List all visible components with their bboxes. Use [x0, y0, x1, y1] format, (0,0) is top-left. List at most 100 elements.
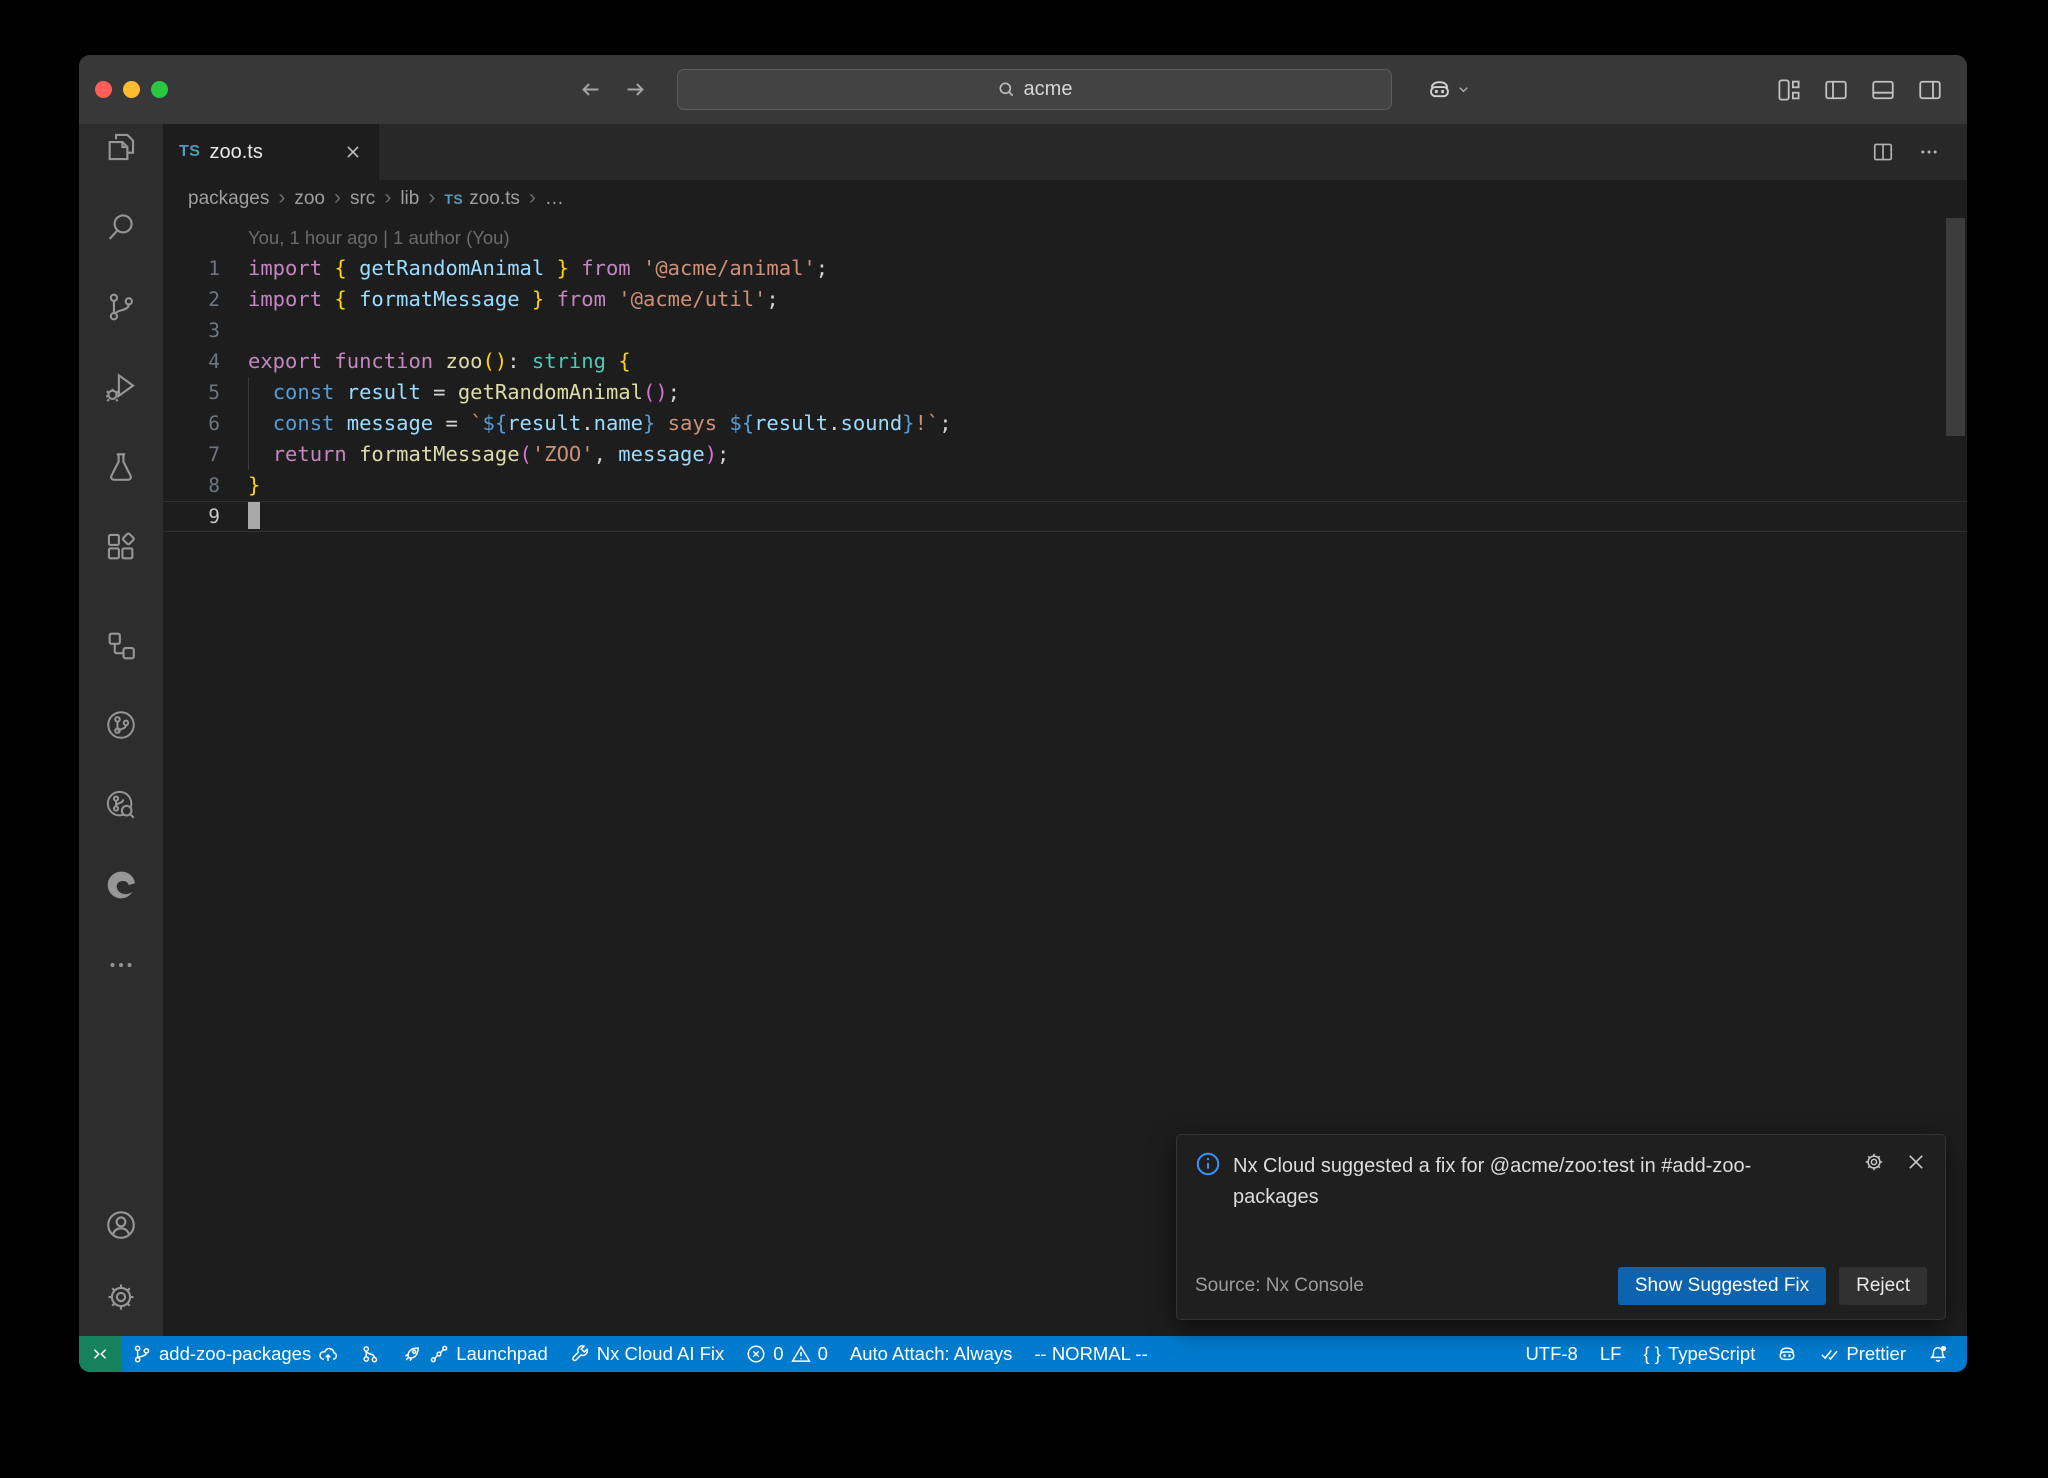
- line-number: 6: [163, 408, 220, 439]
- project-hierarchy-icon[interactable]: [104, 628, 138, 662]
- statusbar-item-problems[interactable]: 00: [735, 1336, 839, 1372]
- git-blame-annotation: You, 1 hour ago | 1 author (You): [163, 222, 1967, 253]
- line-number: 1: [163, 253, 220, 284]
- statusbar-label: LF: [1600, 1343, 1622, 1365]
- statusbar-item-language[interactable]: { }TypeScript: [1632, 1336, 1766, 1372]
- show-suggested-fix-button[interactable]: Show Suggested Fix: [1618, 1267, 1826, 1305]
- statusbar-item-auto-attach[interactable]: Auto Attach: Always: [839, 1336, 1023, 1372]
- breadcrumb-item-lib[interactable]: lib: [400, 188, 419, 210]
- code-line-9[interactable]: 9: [163, 501, 1967, 532]
- breadcrumb-item-packages[interactable]: packages: [188, 188, 269, 210]
- breadcrumb-item-src[interactable]: src: [350, 188, 375, 210]
- code-line-8[interactable]: 8}: [163, 470, 1967, 501]
- code-line-4[interactable]: 4export function zoo(): string {: [163, 346, 1967, 377]
- tab-bar: TS zoo.ts: [163, 124, 1967, 180]
- code-line-1[interactable]: 1import { getRandomAnimal } from '@acme/…: [163, 253, 1967, 284]
- extensions-icon[interactable]: [104, 530, 138, 564]
- line-number: 9: [163, 501, 220, 532]
- chevron-down-icon: [1456, 82, 1471, 97]
- statusbar-label: Prettier: [1846, 1343, 1906, 1365]
- activity-bar: [79, 124, 163, 1336]
- commit-search-icon[interactable]: [104, 788, 138, 822]
- toggle-secondary-sidebar-icon[interactable]: [1918, 78, 1942, 102]
- customize-layout-icon[interactable]: [1777, 78, 1801, 102]
- statusbar-item-notifications[interactable]: [1917, 1336, 1959, 1372]
- source-control-branch-icon: [132, 1344, 152, 1364]
- reject-button[interactable]: Reject: [1839, 1267, 1927, 1305]
- run-and-debug-icon[interactable]: [104, 370, 138, 404]
- settings-gear-icon[interactable]: [104, 1280, 138, 1314]
- search-view-icon[interactable]: [104, 210, 138, 244]
- copilot-menu-button[interactable]: [1427, 55, 1471, 124]
- statusbar-label: Auto Attach: Always: [850, 1343, 1012, 1365]
- check-double-icon: [1819, 1344, 1839, 1364]
- line-number: 8: [163, 470, 220, 501]
- zoom-window-button[interactable]: [151, 81, 168, 98]
- statusbar-item-remote[interactable]: [79, 1336, 121, 1372]
- breadcrumb-item-[interactable]: …: [545, 188, 564, 210]
- editor-cursor: [248, 502, 260, 529]
- account-icon[interactable]: [104, 1208, 138, 1242]
- statusbar-item-eol[interactable]: LF: [1589, 1336, 1633, 1372]
- close-notification-icon[interactable]: [1905, 1151, 1927, 1213]
- breadcrumb-item-zoo[interactable]: zoo: [294, 188, 325, 210]
- line-number: 5: [163, 377, 220, 408]
- navigate-back-icon[interactable]: [579, 78, 602, 101]
- statusbar-item-encoding[interactable]: UTF-8: [1514, 1336, 1588, 1372]
- split-editor-icon[interactable]: [1872, 141, 1894, 163]
- code-line-2[interactable]: 2import { formatMessage } from '@acme/ut…: [163, 284, 1967, 315]
- statusbar-item-launchpad[interactable]: Launchpad: [391, 1336, 559, 1372]
- ts-file-icon: TS: [444, 191, 463, 207]
- code-line-3[interactable]: 3: [163, 315, 1967, 346]
- rocket-icon: [402, 1344, 422, 1364]
- status-bar: add-zoo-packages Launchpad Nx Cloud AI Fix…: [79, 1336, 1967, 1372]
- code-line-5[interactable]: 5 const result = getRandomAnimal();: [163, 377, 1967, 408]
- indent-guide: [248, 439, 249, 470]
- search-value: acme: [1024, 78, 1073, 101]
- notification-toast: Nx Cloud suggested a fix for @acme/zoo:t…: [1176, 1134, 1946, 1320]
- copilot-icon: [1777, 1344, 1797, 1364]
- edge-devtools-icon[interactable]: [104, 868, 138, 902]
- breadcrumb: packages›zoo›src›lib›TSzoo.ts›…: [163, 180, 1967, 218]
- statusbar-item-prettier[interactable]: Prettier: [1808, 1336, 1917, 1372]
- code-line-7[interactable]: 7 return formatMessage('ZOO', message);: [163, 439, 1967, 470]
- explorer-icon[interactable]: [104, 130, 138, 164]
- ts-file-icon: TS: [179, 143, 200, 161]
- statusbar-item-source-control-graph[interactable]: [349, 1336, 391, 1372]
- cloud-upload-icon: [318, 1344, 338, 1364]
- toggle-panel-icon[interactable]: [1871, 78, 1895, 102]
- tab-zoo-ts[interactable]: TS zoo.ts: [163, 124, 379, 180]
- statusbar-label: -- NORMAL --: [1034, 1343, 1147, 1365]
- notification-settings-gear-icon[interactable]: [1863, 1151, 1885, 1213]
- bell-dot-icon: [1928, 1344, 1948, 1364]
- source-control-icon[interactable]: [104, 290, 138, 324]
- info-icon: [1195, 1151, 1221, 1213]
- editor-more-actions-icon[interactable]: [1918, 141, 1940, 163]
- statusbar-label: Launchpad: [456, 1343, 548, 1365]
- wrench-icon: [570, 1344, 590, 1364]
- testing-icon[interactable]: [104, 450, 138, 484]
- statusbar-item-vim-mode[interactable]: -- NORMAL --: [1023, 1336, 1158, 1372]
- remote-icon: [90, 1344, 110, 1364]
- command-center-search[interactable]: acme: [677, 69, 1392, 110]
- indent-guide: [248, 377, 249, 408]
- close-tab-icon[interactable]: [344, 143, 362, 161]
- indent-guide: [248, 408, 249, 439]
- statusbar-item-branch[interactable]: add-zoo-packages: [121, 1336, 349, 1372]
- statusbar-item-copilot[interactable]: [1766, 1336, 1808, 1372]
- toggle-primary-sidebar-icon[interactable]: [1824, 78, 1848, 102]
- more-views-icon[interactable]: [104, 948, 138, 982]
- code-line-6[interactable]: 6 const message = `${result.name} says $…: [163, 408, 1967, 439]
- breadcrumb-separator-icon: ›: [384, 187, 391, 211]
- close-window-button[interactable]: [95, 81, 112, 98]
- notification-source: Source: Nx Console: [1195, 1275, 1364, 1297]
- git-graph-icon[interactable]: [104, 708, 138, 742]
- statusbar-label: TypeScript: [1668, 1343, 1755, 1365]
- commit-graph-icon: [360, 1344, 380, 1364]
- minimize-window-button[interactable]: [123, 81, 140, 98]
- tab-label: zoo.ts: [209, 141, 262, 164]
- statusbar-item-nx-cloud-ai-fix[interactable]: Nx Cloud AI Fix: [559, 1336, 736, 1372]
- titlebar: acme: [79, 55, 1967, 124]
- navigate-forward-icon[interactable]: [624, 78, 647, 101]
- breadcrumb-item-zoots[interactable]: TSzoo.ts: [444, 188, 520, 210]
